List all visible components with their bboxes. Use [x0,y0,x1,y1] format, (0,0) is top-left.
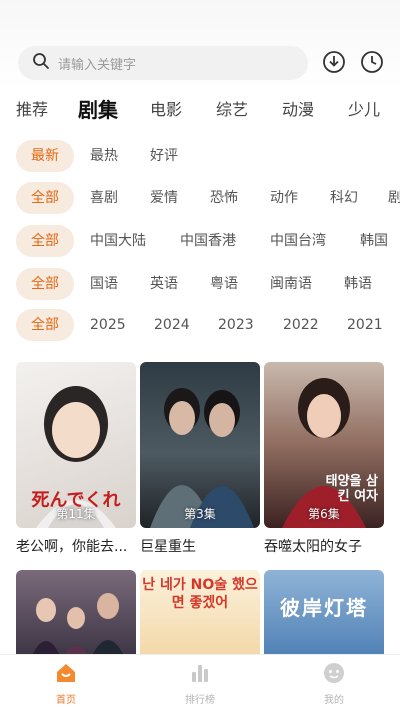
filter-lang-mandarin[interactable]: 国语 [90,268,118,300]
filter-genre-action[interactable]: 动作 [270,182,298,214]
filter-genre-romance[interactable]: 爱情 [150,182,178,214]
filter-sort-hot[interactable]: 最热 [90,140,118,172]
filter-region-hongkong[interactable]: 中国香港 [180,225,236,257]
poster-title[interactable]: 老公啊，你能去... [16,536,142,556]
filter-region-mainland[interactable]: 中国大陆 [90,225,146,257]
poster-title[interactable]: 吞噬太阳的女子 [264,536,394,556]
poster-card[interactable] [16,570,136,660]
poster-card[interactable]: 第3集 [140,362,260,528]
tab-series[interactable]: 剧集 [78,92,118,128]
tab-anime[interactable]: 动漫 [282,92,314,128]
filter-region-taiwan[interactable]: 中国台湾 [270,225,326,257]
tab-home[interactable]: 首页 [16,655,116,712]
episode-badge: 第3集 [184,507,216,521]
filter-region-korea[interactable]: 韩国 [360,225,388,257]
poster-card[interactable]: 死んでくれ 第11集 [16,362,136,528]
filter-lang-english[interactable]: 英语 [150,268,178,300]
filter-year-2023[interactable]: 2023 [218,309,254,341]
home-icon [54,662,78,688]
filter-lang-minnan[interactable]: 闽南语 [270,268,312,300]
filter-year-all[interactable]: 全部 [16,309,74,341]
language-filter-row: 全部 国语 英语 粤语 闽南语 韩语 [0,268,400,302]
ranking-icon [188,662,212,688]
year-filter-row: 全部 2025 2024 2023 2022 2021 [0,309,400,343]
episode-badge: 第6集 [308,507,340,521]
tab-ranking[interactable]: 排行榜 [150,655,250,712]
top-bar: 请输入关键字 [0,0,400,90]
search-icon [32,52,50,74]
filter-lang-all[interactable]: 全部 [16,268,74,300]
tab-label: 我的 [324,695,344,706]
filter-genre-horror[interactable]: 恐怖 [210,182,238,214]
genre-filter-row: 全部 喜剧 爱情 恐怖 动作 科幻 剧 [0,182,400,216]
profile-icon [322,662,346,688]
filter-region-all[interactable]: 全部 [16,225,74,257]
poster-overlay-text: 태양을 삼킨 여자 [325,474,378,504]
history-icon[interactable] [358,48,386,76]
poster-image [30,593,126,660]
region-filter-row: 全部 中国大陆 中国香港 中国台湾 韩国 [0,225,400,259]
poster-card[interactable]: 彼岸灯塔 [264,570,384,660]
tab-kids[interactable]: 少儿 [348,92,380,128]
sort-filter-row: 最新 最热 好评 [0,140,400,174]
tab-variety[interactable]: 综艺 [216,92,248,128]
filter-year-2024[interactable]: 2024 [154,309,190,341]
filter-lang-cantonese[interactable]: 粤语 [210,268,238,300]
filter-lang-korean[interactable]: 韩语 [344,268,372,300]
category-tabs: 推荐 剧集 电影 综艺 动漫 少儿 [0,92,400,128]
filter-year-2025[interactable]: 2025 [90,309,126,341]
search-placeholder: 请输入关键字 [58,57,137,73]
filter-genre-all[interactable]: 全部 [16,182,74,214]
poster-card[interactable]: 난 네가 NO술 했으면 좋겠어 [140,570,260,660]
download-icon[interactable] [320,48,348,76]
episode-badge: 第11集 [56,507,96,521]
filter-year-2022[interactable]: 2022 [283,309,319,341]
tab-label: 首页 [56,695,76,706]
poster-overlay-text: 彼岸灯塔 [280,596,368,620]
poster-image [150,388,254,528]
poster-card[interactable]: 태양을 삼킨 여자 第6集 [264,362,384,528]
tab-label: 排行榜 [185,695,215,706]
search-input[interactable]: 请输入关键字 [18,46,308,80]
poster-overlay-text: 난 네가 NO술 했으면 좋겠어 [142,577,258,611]
filter-genre-comedy[interactable]: 喜剧 [90,182,118,214]
tab-recommend[interactable]: 推荐 [16,92,48,128]
filter-genre-scifi[interactable]: 科幻 [330,182,358,214]
bottom-tab-bar: 首页 排行榜 我的 [0,654,400,712]
filter-sort-rating[interactable]: 好评 [150,140,178,172]
filter-genre-drama[interactable]: 剧 [388,182,400,214]
tab-movie[interactable]: 电影 [150,92,182,128]
tab-mine[interactable]: 我的 [284,655,384,712]
filter-year-2021[interactable]: 2021 [347,309,383,341]
poster-title[interactable]: 巨星重生 [140,536,266,556]
filter-sort-newest[interactable]: 最新 [16,140,74,172]
